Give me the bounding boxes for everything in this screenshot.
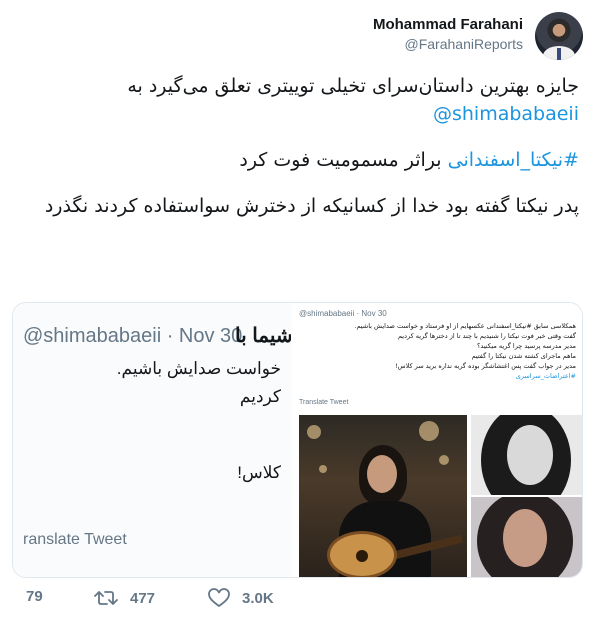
avatar-tie [557,48,561,60]
screenshot-translate: ranslate Tweet [23,531,127,548]
media-collage-right[interactable]: @shimababaeii · Nov 30 همکلاسی سابق #نیک… [295,303,582,577]
bokeh-light [419,421,439,441]
photo-portrait-bottom [471,497,582,577]
tweet-line-2: براثر مسمومیت فوت کرد [239,149,448,171]
reply-count: 79 [26,588,43,605]
collage-text: همکلاسی سابق #نیکتا_اسفندانی عکسهایم از … [300,321,576,381]
collage-line: گفت وقتی خبر فوت نیکتا را شنیدیم با چند … [397,332,576,340]
retweet-button[interactable]: 477 [94,588,155,608]
avatar[interactable] [535,12,583,60]
guitar-icon [327,531,397,577]
collage-line: مدیر مدرسه پرسید چرا گریه میکنید؟ [476,342,576,350]
collage-handle-date: @shimababaeii · Nov 30 [299,309,387,318]
heart-icon [208,588,230,607]
collage-translate: Translate Tweet [299,399,349,406]
tweet-text: جایزه بهترین داستان‌سرای تخیلی توییتری ت… [16,72,579,238]
media-grid[interactable]: @shimababaeii · Nov 30 شیما با خواست صدا… [12,302,583,578]
bokeh-light [439,455,449,465]
collage-line: همکلاسی سابق #نیکتا_اسفندانی عکسهایم از … [354,322,576,330]
like-button[interactable]: 3.0K [208,588,274,608]
hashtag-link[interactable]: #نیکتا_اسفندانی [448,149,579,171]
user-handle[interactable]: @FarahaniReports [373,36,524,52]
display-name[interactable]: Mohammad Farahani [373,16,523,33]
screenshot-text-1: خواست صدایش باشیم. [116,359,281,378]
media-screenshot-left[interactable]: @shimababaeii · Nov 30 شیما با خواست صدا… [13,303,293,577]
reply-button[interactable]: 79 [26,588,43,605]
action-bar: 79 477 3.0K [22,588,583,612]
user-block[interactable]: Mohammad Farahani @FarahaniReports [373,16,523,52]
mention-link[interactable]: @shimababaeii [16,100,579,128]
photo-portrait-top [471,415,582,495]
tweet-paragraph-2: #نیکتا_اسفندانی براثر مسمومیت فوت کرد [16,146,579,174]
portrait-face [507,425,553,485]
collage-line: ماهم ماجرای کشته شدن نیکتا را گفتیم [471,352,576,360]
bokeh-light [319,465,327,473]
photo-girl-with-guitar [299,415,467,577]
girl-face [367,455,397,493]
tweet-line-1: جایزه بهترین داستان‌سرای تخیلی توییتری ت… [127,75,579,97]
tweet-header: Mohammad Farahani @FarahaniReports [12,10,583,62]
screenshot-handle-date: @shimababaeii · Nov 30 [23,325,243,347]
screenshot-text-3: کلاس! [237,463,281,482]
tweet-paragraph-3: پدر نیکتا گفته بود خدا از کسانیکه از دخت… [16,192,579,220]
tweet-paragraph-1: جایزه بهترین داستان‌سرای تخیلی توییتری ت… [16,72,579,128]
bokeh-light [307,425,321,439]
guitar-hole [356,550,368,562]
portrait-face [503,509,547,567]
collage-line: مدیر در جواب گفت پس اغتشاشگر بوده گریه ن… [395,362,576,370]
retweet-count: 477 [130,589,156,607]
tweet-line-3: پدر نیکتا گفته بود خدا از کسانیکه از دخت… [44,195,579,217]
retweet-icon [94,591,118,605]
like-count: 3.0K [242,589,274,607]
collage-hashtag: #اعتراضات_سراسری [515,372,576,380]
screenshot-name: شیما با [235,325,293,347]
screenshot-text-2: کردیم [239,387,281,406]
